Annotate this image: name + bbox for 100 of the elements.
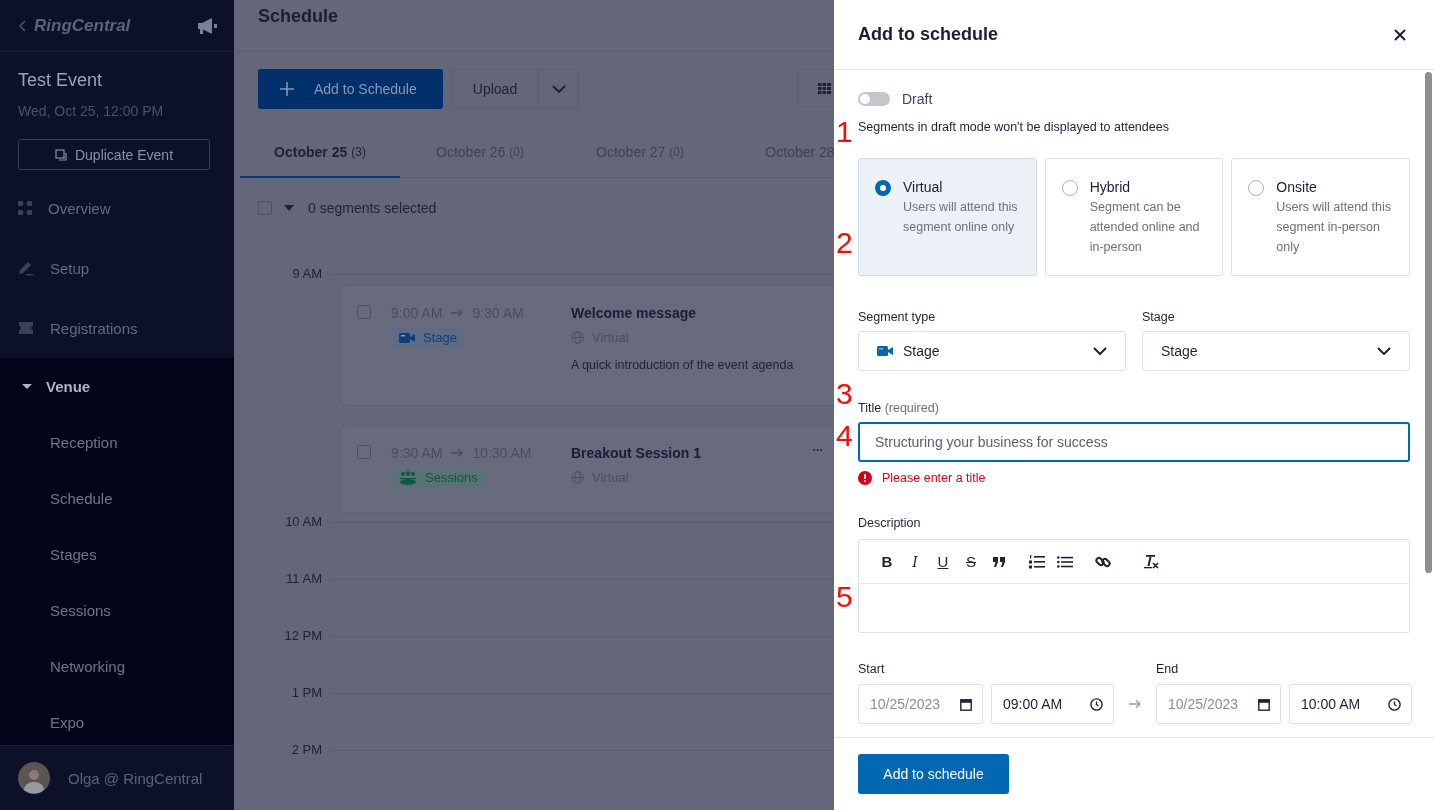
grid-icon [18,201,32,215]
clock-icon [1388,697,1401,711]
segment-checkbox[interactable] [357,305,371,319]
radio-button[interactable] [1248,180,1265,196]
quote-icon [992,556,1006,567]
time-field[interactable]: 10:00 AM [1289,684,1412,724]
field-label: Stage [1142,310,1176,324]
people-icon [399,470,417,485]
time-label: 10 AM [284,514,322,529]
calendar-icon [960,697,972,711]
strikethrough-button[interactable]: S [957,547,985,576]
add-to-schedule-button[interactable]: Add to schedule [858,754,1009,794]
table-icon [818,82,831,94]
error-icon [858,471,872,485]
option-label: Onsite [1276,179,1318,195]
date-tab[interactable]: October 25 (3) [240,128,400,178]
sidebar-section-header[interactable]: Venue [0,358,234,414]
option-description: Users will attend this segment online only [903,199,1019,236]
megaphone-icon [196,15,218,36]
italic-button[interactable]: I [901,547,929,576]
title-input[interactable]: Structuring your business for success [858,422,1410,462]
segment-description: A quick introduction of the event agenda [571,358,794,372]
copy-icon [54,148,67,161]
caret-down-icon [284,205,294,211]
attendance-option[interactable]: Virtual Users will attend this segment online only [858,158,1037,276]
segment-title: Welcome message [571,305,698,321]
arrow-icon [1128,699,1142,709]
segment-type-tag: Stage [391,328,465,347]
calendar-icon [1258,697,1270,711]
field-label: End [1156,662,1180,676]
page-title: Schedule [234,0,834,52]
radio-button[interactable] [1061,180,1078,196]
video-camera-icon [877,345,893,357]
field-label: Title (required) [858,401,940,415]
segment-type-tag: Sessions [391,468,486,487]
pencil-icon [18,260,34,276]
globe-icon [571,471,584,484]
field-label: Segment type [858,310,937,324]
close-icon [1394,28,1406,41]
segment-title: Breakout Session 1 [571,445,701,461]
option-description: Segment can be attended online and in-person [1089,199,1201,256]
close-button[interactable] [1394,28,1406,41]
chevron-down-icon [1377,347,1391,355]
attendance-option[interactable]: Hybrid Segment can be attended online and in-person [1044,158,1224,276]
globe-icon [571,331,584,344]
avatar-icon [18,762,50,794]
brand-logo: RingCentral [34,15,132,36]
segment-type-select[interactable]: Stage [858,331,1126,371]
description-editor[interactable]: B I U S [858,539,1410,633]
draft-toggle[interactable] [858,92,890,106]
time-label: 1 PM [290,685,322,700]
attendance-option[interactable]: Onsite Users will attend this segment in-person only [1231,158,1410,276]
duplicate-event-button[interactable]: Duplicate Event [18,139,210,170]
plus-icon [280,82,294,96]
draft-label: Draft [902,91,933,107]
bullet-list-icon [1057,555,1073,568]
draft-note: Segments in draft mode won't be displayed to attendees [858,120,1170,134]
time-label: 9 AM [291,266,322,281]
add-to-schedule-button[interactable]: Add to Schedule [258,69,443,109]
annotation-number: 5 [836,582,853,612]
time-label: 11 AM [285,571,322,586]
clear-formatting-icon [1143,554,1159,569]
annotation-number: 1 [836,117,853,147]
date-field[interactable]: 10/25/2023 [1156,684,1281,724]
date-field[interactable]: 10/25/2023 [858,684,983,724]
sidebar-item[interactable]: Stages [0,526,234,582]
sidebar-item[interactable]: Registrations [0,298,234,358]
bold-button[interactable]: B [873,547,901,576]
event-date: Wed, Oct 25, 12:00 PM [18,103,165,119]
radio-button[interactable] [875,180,891,196]
annotation-number: 3 [836,379,853,409]
ticket-icon [18,321,34,335]
clock-icon [1090,697,1103,711]
selection-count: 0 segments selected [308,200,437,216]
chevron-down-icon [551,85,566,93]
option-label: Virtual [903,179,944,195]
option-label: Hybrid [1089,179,1132,195]
stage-select[interactable]: Stage [1142,331,1410,371]
annotation-number: 2 [836,228,853,258]
sidebar-item[interactable]: Networking [0,638,234,694]
underline-button[interactable]: U [929,547,957,576]
scrollbar[interactable] [1425,72,1432,573]
sidebar-item[interactable]: Sessions [0,582,234,638]
arrow-icon [450,308,465,318]
time-label: 2 PM [290,742,322,757]
sidebar-item[interactable]: Expo [0,694,234,745]
field-label: Start [858,662,886,676]
numbered-list-icon [1029,554,1045,569]
option-description: Users will attend this segment in-person only [1276,199,1392,256]
arrow-icon [450,448,465,458]
segment-checkbox[interactable] [357,445,371,459]
time-field[interactable]: 09:00 AM [991,684,1114,724]
sidebar-item[interactable]: Reception [0,414,234,470]
field-label: Description [858,516,922,530]
event-title: Test Event [18,70,104,91]
sidebar-item[interactable]: Overview [0,178,234,238]
panel-title: Add to schedule [858,24,998,45]
sidebar-item[interactable]: Setup [0,238,234,298]
sidebar-item[interactable]: Schedule [0,470,234,526]
user-name: Olga @ RingCentral [68,769,203,787]
